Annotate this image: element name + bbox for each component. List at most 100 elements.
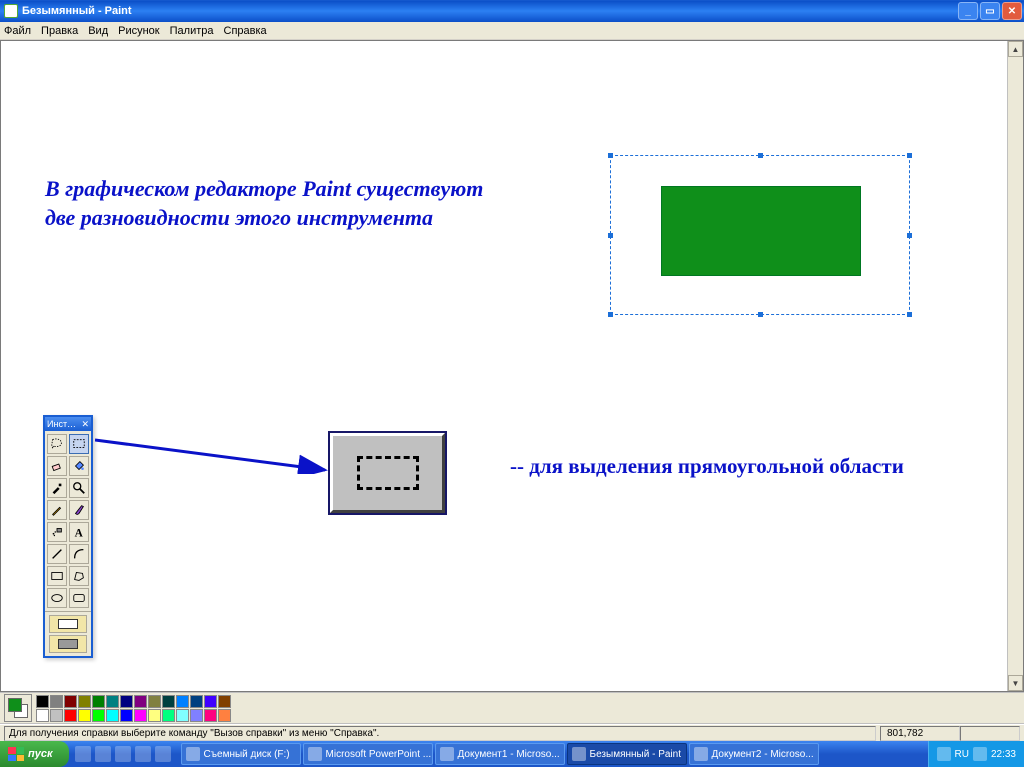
color-swatch[interactable] (36, 709, 49, 722)
color-swatch[interactable] (134, 695, 147, 708)
color-swatch[interactable] (218, 709, 231, 722)
tool-polygon[interactable] (69, 566, 89, 586)
color-swatch[interactable] (162, 709, 175, 722)
color-swatch[interactable] (120, 709, 133, 722)
tray-icon[interactable] (937, 747, 951, 761)
color-swatch[interactable] (204, 709, 217, 722)
status-empty (960, 726, 1020, 741)
taskbar-tasks: Съемный диск (F:) Microsoft PowerPoint ..… (177, 743, 928, 765)
tray-clock[interactable]: 22:33 (991, 749, 1016, 760)
status-help-text: Для получения справки выберите команду "… (4, 726, 876, 741)
ql-ie-icon[interactable] (75, 746, 91, 762)
tool-pencil[interactable] (47, 500, 67, 520)
color-swatch[interactable] (78, 709, 91, 722)
scroll-up-icon[interactable]: ▲ (1008, 41, 1023, 57)
menu-help[interactable]: Справка (224, 25, 267, 37)
window-titlebar: Безымянный - Paint _ ▭ ✕ (0, 0, 1024, 22)
taskbar-item[interactable]: Microsoft PowerPoint ... (303, 743, 433, 765)
canvas[interactable]: В графическом редакторе Paint существуют… (5, 45, 1005, 687)
color-swatch[interactable] (106, 709, 119, 722)
color-swatch[interactable] (50, 709, 63, 722)
menu-file[interactable]: Файл (4, 25, 31, 37)
tool-line[interactable] (47, 544, 67, 564)
ql-mail-icon[interactable] (95, 746, 111, 762)
menu-view[interactable]: Вид (88, 25, 108, 37)
tool-free-select[interactable] (47, 434, 67, 454)
color-swatch[interactable] (36, 695, 49, 708)
color-swatch[interactable] (148, 709, 161, 722)
tool-rectangle[interactable] (47, 566, 67, 586)
color-swatch[interactable] (64, 695, 77, 708)
toolbox-title: Инст… (47, 419, 76, 429)
close-button[interactable]: ✕ (1002, 2, 1022, 20)
caption-text: -- для выделения прямоугольной области (510, 453, 904, 479)
color-palette (0, 692, 1024, 724)
color-swatch[interactable] (134, 709, 147, 722)
color-swatch[interactable] (78, 695, 91, 708)
selection-rectangle[interactable] (610, 155, 910, 315)
color-swatch[interactable] (148, 695, 161, 708)
menu-palette[interactable]: Палитра (170, 25, 214, 37)
menu-image[interactable]: Рисунок (118, 25, 160, 37)
menubar: Файл Правка Вид Рисунок Палитра Справка (0, 22, 1024, 40)
tool-picker[interactable] (47, 478, 67, 498)
color-swatch[interactable] (204, 695, 217, 708)
maximize-button[interactable]: ▭ (980, 2, 1000, 20)
tool-text[interactable]: A (69, 522, 89, 542)
color-swatch[interactable] (176, 695, 189, 708)
tool-magnifier[interactable] (69, 478, 89, 498)
tool-airbrush[interactable] (47, 522, 67, 542)
tool-rect-select[interactable] (69, 434, 89, 454)
toolbox-titlebar[interactable]: Инст… ✕ (45, 417, 91, 431)
tool-fill[interactable] (69, 456, 89, 476)
taskbar: пуск Съемный диск (F:) Microsoft PowerPoi… (0, 741, 1024, 767)
color-swatch[interactable] (50, 695, 63, 708)
color-swatch[interactable] (106, 695, 119, 708)
menu-edit[interactable]: Правка (41, 25, 78, 37)
start-button[interactable]: пуск (0, 741, 69, 767)
scroll-down-icon[interactable]: ▼ (1008, 675, 1023, 691)
toolbox-window[interactable]: Инст… ✕ (43, 415, 93, 658)
foreground-color-swatch[interactable] (8, 698, 22, 712)
tool-ellipse[interactable] (47, 588, 67, 608)
headline-text: В графическом редакторе Paint существуют… (45, 175, 495, 232)
taskbar-item[interactable]: Документ2 - Microso... (689, 743, 819, 765)
toolbox-grid: A (45, 431, 91, 611)
color-swatch[interactable] (92, 695, 105, 708)
color-swatch[interactable] (92, 709, 105, 722)
color-swatch[interactable] (120, 695, 133, 708)
minimize-button[interactable]: _ (958, 2, 978, 20)
color-swatch[interactable] (64, 709, 77, 722)
current-colors[interactable] (4, 694, 32, 722)
tool-brush[interactable] (69, 500, 89, 520)
taskbar-item[interactable]: Съемный диск (F:) (181, 743, 301, 765)
svg-text:A: A (75, 527, 84, 539)
color-swatch[interactable] (190, 709, 203, 722)
taskbar-item[interactable]: Документ1 - Microso... (435, 743, 565, 765)
tool-eraser[interactable] (47, 456, 67, 476)
color-swatch[interactable] (176, 709, 189, 722)
quick-launch (75, 746, 171, 762)
ql-app-icon[interactable] (155, 746, 171, 762)
task-app-icon (694, 747, 708, 761)
canvas-area[interactable]: В графическом редакторе Paint существуют… (0, 40, 1024, 692)
vertical-scrollbar[interactable]: ▲ ▼ (1007, 41, 1023, 691)
color-swatch[interactable] (162, 695, 175, 708)
ql-media-icon[interactable] (135, 746, 151, 762)
toolbox-close-icon[interactable]: ✕ (81, 419, 89, 430)
selection-opt-opaque[interactable] (49, 635, 87, 653)
task-app-icon (308, 747, 322, 761)
tray-language[interactable]: RU (955, 749, 969, 760)
color-swatch[interactable] (190, 695, 203, 708)
tray-icon-2[interactable] (973, 747, 987, 761)
dashed-rect-icon (357, 456, 419, 490)
task-label: Съемный диск (F:) (204, 749, 290, 760)
start-label: пуск (28, 748, 53, 760)
annotation-arrow (95, 438, 330, 474)
ql-desktop-icon[interactable] (115, 746, 131, 762)
tool-curve[interactable] (69, 544, 89, 564)
color-swatch[interactable] (218, 695, 231, 708)
tool-rounded-rect[interactable] (69, 588, 89, 608)
selection-opt-transparent[interactable] (49, 615, 87, 633)
taskbar-item[interactable]: Безымянный - Paint (567, 743, 687, 765)
